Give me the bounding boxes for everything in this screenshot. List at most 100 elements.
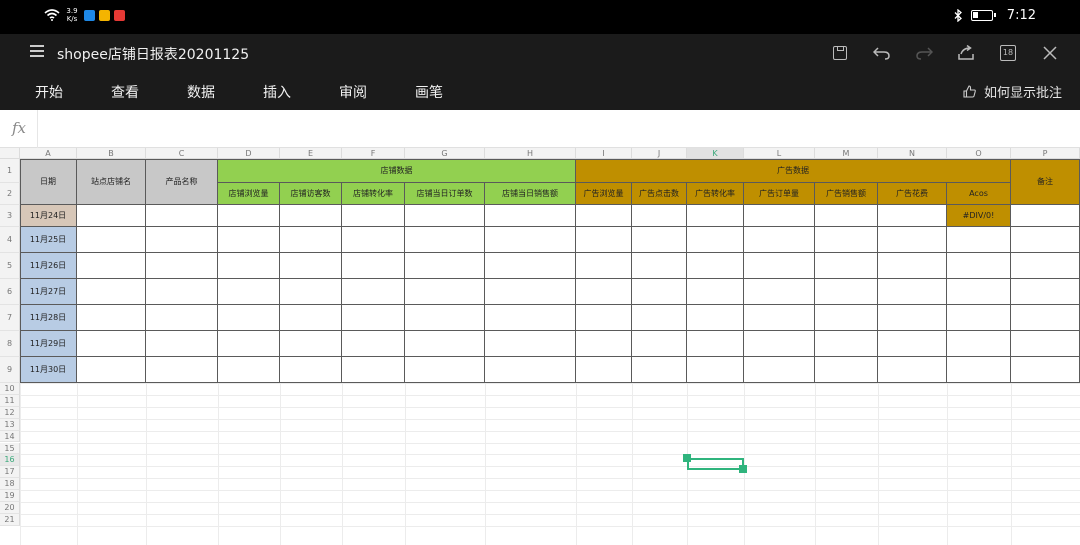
data-cell[interactable]	[687, 331, 744, 357]
data-cell[interactable]	[815, 279, 878, 305]
row-header[interactable]: 3	[0, 205, 20, 227]
date-cell[interactable]: 11月24日	[20, 205, 77, 227]
column-header[interactable]: M	[815, 148, 878, 159]
data-cell[interactable]	[878, 305, 947, 331]
data-cell[interactable]	[485, 205, 576, 227]
acos-cell[interactable]: #DIV/0!	[947, 205, 1011, 227]
data-cell[interactable]	[576, 305, 632, 331]
data-cell[interactable]	[878, 331, 947, 357]
row-header[interactable]: 1	[0, 159, 20, 183]
row-header[interactable]: 9	[0, 357, 20, 383]
data-cell[interactable]	[146, 331, 218, 357]
data-cell[interactable]	[744, 305, 815, 331]
data-cell[interactable]	[146, 227, 218, 253]
data-cell[interactable]	[77, 305, 146, 331]
data-cell[interactable]	[576, 279, 632, 305]
data-cell[interactable]	[280, 279, 342, 305]
header-store-data[interactable]: 店铺数据	[218, 159, 576, 183]
date-cell[interactable]: 11月26日	[20, 253, 77, 279]
column-header[interactable]: D	[218, 148, 280, 159]
row-header[interactable]: 14	[0, 430, 20, 443]
data-cell[interactable]	[146, 205, 218, 227]
ad-subheader[interactable]: 广告销售额	[815, 183, 878, 205]
date-cell[interactable]: 11月29日	[20, 331, 77, 357]
data-cell[interactable]	[878, 227, 947, 253]
data-cell[interactable]	[815, 357, 878, 383]
data-cell[interactable]	[576, 205, 632, 227]
data-cell[interactable]	[280, 357, 342, 383]
data-cell[interactable]	[632, 227, 687, 253]
data-cell[interactable]	[815, 227, 878, 253]
select-all-corner[interactable]	[0, 148, 20, 159]
fx-icon[interactable]: fx	[12, 119, 26, 137]
selection-handle-end[interactable]	[739, 465, 747, 473]
data-cell[interactable]	[687, 357, 744, 383]
column-header[interactable]: F	[342, 148, 405, 159]
data-cell[interactable]	[218, 205, 280, 227]
data-cell[interactable]	[342, 279, 405, 305]
row-header[interactable]: 2	[0, 183, 20, 205]
data-cell[interactable]	[947, 253, 1011, 279]
data-cell[interactable]	[218, 279, 280, 305]
data-cell[interactable]	[280, 253, 342, 279]
selected-cell[interactable]	[687, 458, 744, 470]
data-cell[interactable]	[947, 305, 1011, 331]
header-ad-data[interactable]: 广告数据	[576, 159, 1011, 183]
date-cell[interactable]: 11月27日	[20, 279, 77, 305]
ad-subheader[interactable]: 广告转化率	[687, 183, 744, 205]
data-cell[interactable]	[485, 253, 576, 279]
data-cell[interactable]	[632, 305, 687, 331]
tab-data[interactable]: 数据	[187, 82, 215, 102]
data-cell[interactable]	[632, 205, 687, 227]
data-cell[interactable]	[405, 279, 485, 305]
ad-subheader[interactable]: Acos	[947, 183, 1011, 205]
data-cell[interactable]	[405, 357, 485, 383]
data-cell[interactable]	[146, 357, 218, 383]
data-cell[interactable]	[77, 357, 146, 383]
data-cell[interactable]	[405, 331, 485, 357]
column-header[interactable]: C	[146, 148, 218, 159]
row-header[interactable]: 20	[0, 502, 20, 514]
row-header[interactable]: 7	[0, 305, 20, 331]
data-cell[interactable]	[576, 227, 632, 253]
column-header[interactable]: H	[485, 148, 576, 159]
column-header[interactable]: P	[1011, 148, 1080, 159]
row-header[interactable]: 8	[0, 331, 20, 357]
data-cell[interactable]	[405, 227, 485, 253]
data-cell[interactable]	[218, 253, 280, 279]
store-subheader[interactable]: 店铺当日销售额	[485, 183, 576, 205]
data-cell[interactable]	[280, 331, 342, 357]
undo-button[interactable]	[868, 40, 896, 66]
row-header[interactable]: 15	[0, 442, 20, 455]
data-cell[interactable]	[744, 253, 815, 279]
ad-subheader[interactable]: 广告订单量	[744, 183, 815, 205]
data-cell[interactable]	[280, 205, 342, 227]
data-cell[interactable]	[1011, 205, 1080, 227]
data-cell[interactable]	[485, 279, 576, 305]
date-cell[interactable]: 11月25日	[20, 227, 77, 253]
store-subheader[interactable]: 店铺访客数	[280, 183, 342, 205]
data-cell[interactable]	[77, 227, 146, 253]
row-header[interactable]: 6	[0, 279, 20, 305]
column-header[interactable]: B	[77, 148, 146, 159]
tab-review[interactable]: 审阅	[339, 82, 367, 102]
data-cell[interactable]	[1011, 331, 1080, 357]
data-cell[interactable]	[1011, 253, 1080, 279]
row-header[interactable]: 17	[0, 466, 20, 479]
data-cell[interactable]	[342, 331, 405, 357]
column-header[interactable]: O	[947, 148, 1011, 159]
data-cell[interactable]	[576, 253, 632, 279]
tab-insert[interactable]: 插入	[263, 82, 291, 102]
data-cell[interactable]	[77, 331, 146, 357]
column-header[interactable]: N	[878, 148, 947, 159]
data-cell[interactable]	[687, 227, 744, 253]
close-button[interactable]	[1036, 40, 1064, 66]
data-cell[interactable]	[146, 279, 218, 305]
selection-handle-start[interactable]	[683, 454, 691, 462]
data-cell[interactable]	[485, 305, 576, 331]
data-cell[interactable]	[744, 357, 815, 383]
hamburger-menu-icon[interactable]	[30, 45, 44, 57]
store-subheader[interactable]: 店铺浏览量	[218, 183, 280, 205]
ad-subheader[interactable]: 广告浏览量	[576, 183, 632, 205]
redo-button[interactable]	[910, 40, 938, 66]
